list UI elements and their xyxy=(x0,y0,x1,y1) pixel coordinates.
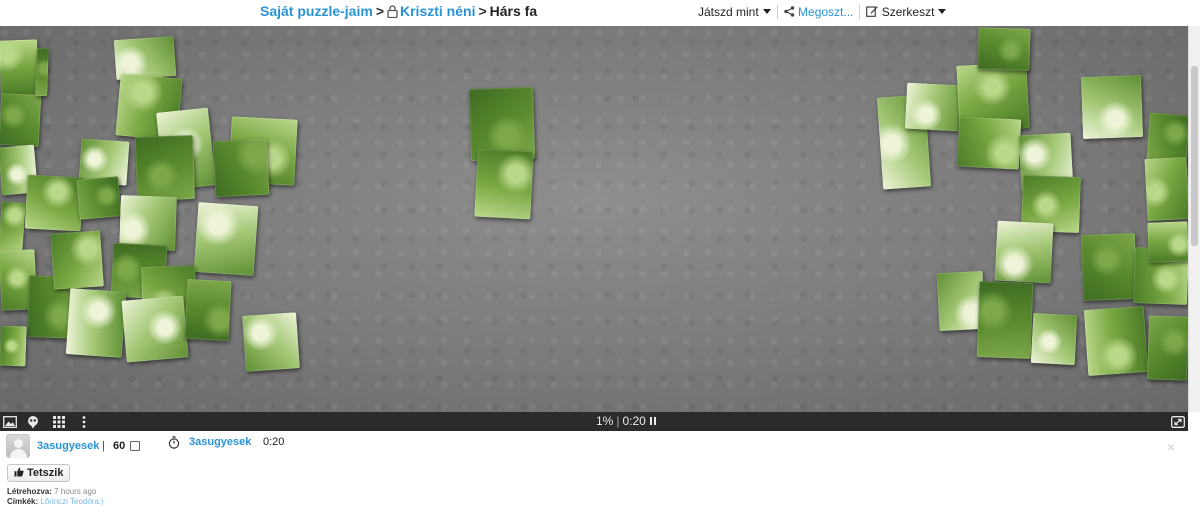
chevron-down-icon xyxy=(762,8,771,14)
puzzle-piece[interactable] xyxy=(0,39,39,97)
puzzle-piece[interactable] xyxy=(994,220,1054,284)
puzzle-piece[interactable] xyxy=(0,325,27,367)
edit-label: Szerkeszt xyxy=(881,4,935,19)
puzzle-piece[interactable] xyxy=(193,201,259,277)
image-icon[interactable] xyxy=(2,414,18,429)
share-button[interactable]: Megoszt... xyxy=(783,4,854,19)
puzzle-piece[interactable] xyxy=(76,176,122,220)
grid-icon[interactable] xyxy=(51,414,67,429)
breadcrumb-current: Hárs fa xyxy=(489,3,538,19)
puzzle-piece[interactable] xyxy=(1030,312,1078,366)
puzzle-actions: Játszd mint Megoszt... Szerkeszt xyxy=(698,4,947,19)
divider xyxy=(859,4,861,19)
divider xyxy=(776,4,778,19)
play-as-button[interactable]: Játszd mint xyxy=(698,5,771,19)
puzzle-piece[interactable] xyxy=(1083,305,1149,377)
chevron-down-icon xyxy=(938,8,947,14)
puzzle-piece[interactable] xyxy=(956,116,1022,170)
created-label: Létrehozva: xyxy=(7,487,52,496)
breadcrumb-separator: > xyxy=(478,3,487,19)
top-bar: Saját puzzle-jaim > Kriszti néni > Hárs fa J… xyxy=(0,0,1200,26)
created-value: 7 hours ago xyxy=(54,487,97,496)
share-label: Megoszt... xyxy=(798,4,854,19)
puzzle-piece[interactable] xyxy=(242,312,300,372)
puzzle-piece[interactable] xyxy=(134,135,196,201)
piece-count-icon xyxy=(130,441,140,451)
vertical-scrollbar[interactable] xyxy=(1188,26,1200,412)
puzzle-piece[interactable] xyxy=(184,278,232,342)
pause-icon[interactable] xyxy=(649,417,656,425)
fullscreen-icon[interactable] xyxy=(1170,414,1186,429)
elapsed-timer: 0:20 xyxy=(622,414,646,428)
ghost-icon[interactable] xyxy=(25,414,41,429)
progress-percent: 1% xyxy=(596,414,614,428)
puzzle-piece[interactable] xyxy=(1144,156,1188,222)
thumbs-up-icon xyxy=(14,467,24,480)
more-icon[interactable] xyxy=(76,414,92,429)
puzzle-piece[interactable] xyxy=(1080,74,1144,140)
puzzle-piece[interactable] xyxy=(65,288,127,358)
info-divider: | xyxy=(102,440,105,452)
puzzle-piece[interactable] xyxy=(976,281,1034,359)
puzzle-piece[interactable] xyxy=(35,47,49,97)
puzzle-piece[interactable] xyxy=(904,82,964,132)
puzzle-piece[interactable] xyxy=(0,92,42,148)
stopwatch-icon xyxy=(168,436,180,452)
close-icon[interactable]: × xyxy=(1167,439,1175,455)
author-link[interactable]: 3asugyesek xyxy=(37,440,99,452)
solver-link[interactable]: 3asugyesek xyxy=(189,436,251,448)
solve-time: 0:20 xyxy=(263,436,285,448)
share-icon xyxy=(783,5,795,19)
puzzle-piece[interactable] xyxy=(50,230,104,290)
puzzle-piece[interactable] xyxy=(212,138,270,198)
puzzle-board[interactable] xyxy=(0,26,1188,412)
puzzle-piece[interactable] xyxy=(1147,221,1188,263)
breadcrumb: Saját puzzle-jaim > Kriszti néni > Hárs fa xyxy=(260,3,537,21)
avatar[interactable] xyxy=(6,434,30,458)
puzzle-piece[interactable] xyxy=(1080,233,1138,301)
play-as-label: Játszd mint xyxy=(698,4,759,19)
scrollbar-thumb[interactable] xyxy=(1191,66,1198,246)
board-toolbar: 1% | 0:20 xyxy=(0,412,1188,431)
edit-icon xyxy=(866,5,879,19)
like-label: Tetszik xyxy=(27,467,64,479)
puzzle-piece[interactable] xyxy=(0,201,26,253)
breadcrumb-separator: > xyxy=(375,3,384,19)
edit-button[interactable]: Szerkeszt xyxy=(866,4,947,19)
progress-status: 1% | 0:20 xyxy=(596,414,656,428)
progress-divider: | xyxy=(616,414,620,428)
puzzle-piece[interactable] xyxy=(1146,315,1188,381)
breadcrumb-my-puzzles[interactable]: Saját puzzle-jaim xyxy=(260,3,373,19)
puzzle-info: 3asugyesek | 60 3asugyesek 0:20 × Tetszi… xyxy=(0,431,1200,506)
breadcrumb-folder[interactable]: Kriszti néni xyxy=(400,3,475,19)
like-button[interactable]: Tetszik xyxy=(7,464,71,482)
puzzle-piece[interactable] xyxy=(24,174,84,232)
puzzle-piece[interactable] xyxy=(121,295,189,363)
puzzle-piece[interactable] xyxy=(474,148,534,220)
piece-count: 60 xyxy=(113,440,126,452)
puzzle-piece[interactable] xyxy=(977,27,1031,71)
created-info: Létrehozva: 7 hours ago xyxy=(7,487,96,496)
lock-icon xyxy=(387,5,398,21)
